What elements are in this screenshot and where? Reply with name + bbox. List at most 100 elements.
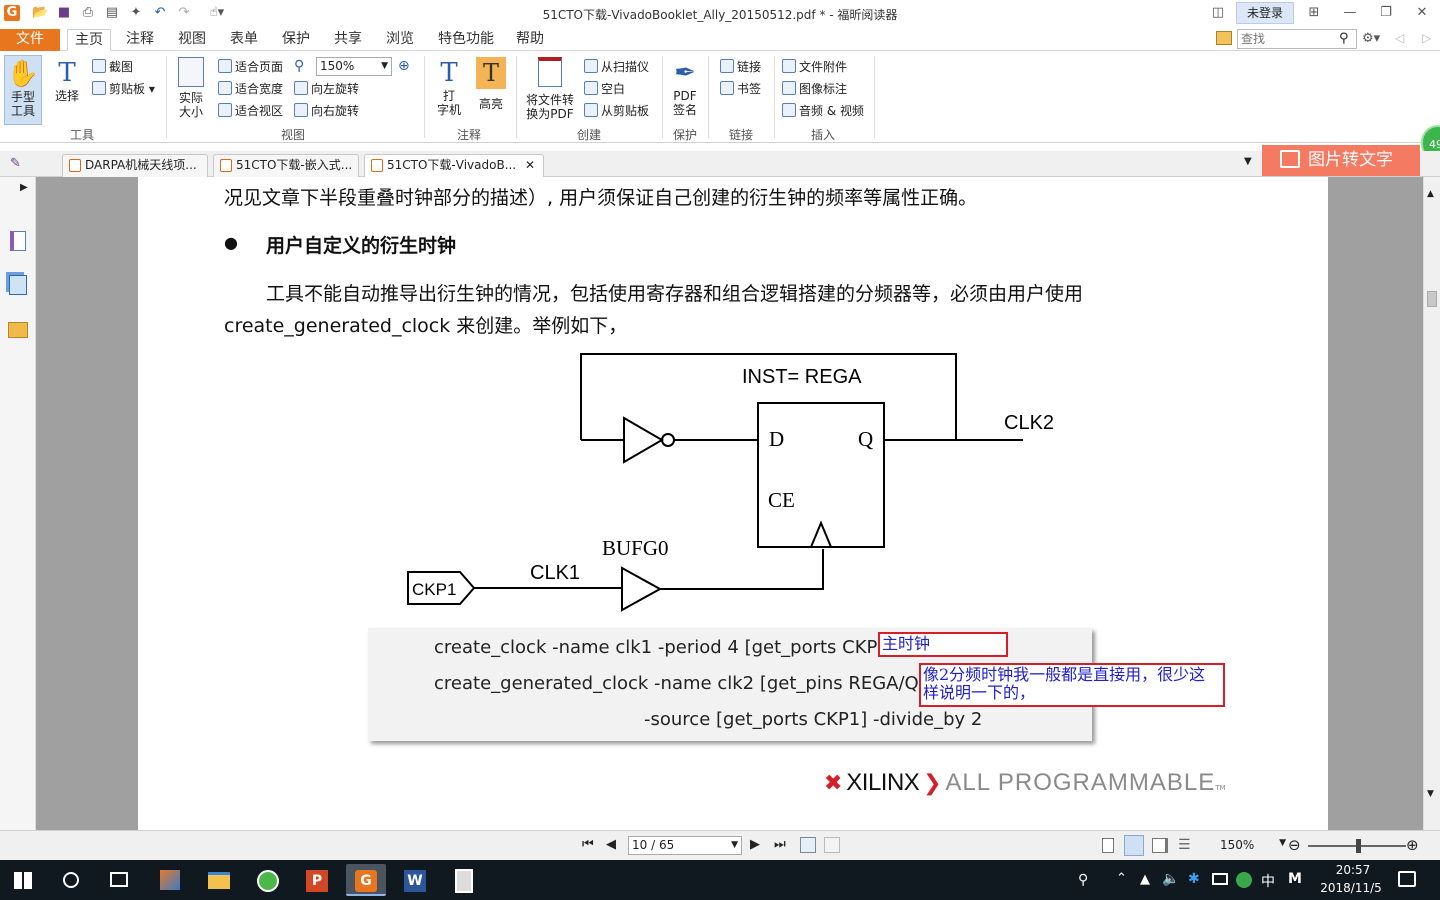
menu-features[interactable]: 特色功能: [431, 29, 501, 51]
prev-page-icon[interactable]: ◀: [606, 837, 616, 852]
fit-width-button[interactable]: 适合宽度: [218, 81, 283, 96]
menu-view[interactable]: 视图: [171, 29, 213, 51]
continuous-page-icon[interactable]: [1124, 835, 1144, 856]
menu-protect[interactable]: 保护: [275, 29, 317, 51]
skin-icon[interactable]: ◫: [1210, 5, 1226, 21]
clock-time[interactable]: 20:57: [1326, 863, 1380, 877]
search-circle-icon[interactable]: [63, 872, 79, 888]
file-attachment-button[interactable]: 文件附件: [782, 59, 847, 74]
fit-visible-button[interactable]: 适合视区: [218, 103, 283, 118]
text-annotation[interactable]: 像2分频时钟我一般都是直接用，很少这样说明一下的，: [919, 663, 1225, 707]
clipboard-button[interactable]: 剪贴板 ▾: [92, 81, 155, 96]
menu-share[interactable]: 共享: [327, 29, 369, 51]
task-view-icon[interactable]: [110, 872, 128, 887]
tab-list-dropdown-icon[interactable]: ▼: [1244, 156, 1252, 167]
sign-tool-icon[interactable]: ✎: [10, 156, 21, 171]
link-button[interactable]: 链接: [720, 59, 761, 74]
bookmark-button[interactable]: 书签: [720, 81, 761, 96]
expand-panel-icon[interactable]: ▶: [20, 182, 28, 193]
notification-center-icon[interactable]: [1398, 871, 1416, 887]
pdf-sign-button[interactable]: ✒ PDF 签名: [668, 57, 702, 117]
foxit-reader-app-icon[interactable]: G: [346, 864, 386, 896]
bluetooth-icon[interactable]: ✱: [1188, 871, 1200, 887]
network-icon[interactable]: [1212, 873, 1228, 885]
comments-icon[interactable]: [8, 322, 28, 338]
screenshot-button[interactable]: 截图: [92, 59, 133, 74]
typewriter-button[interactable]: T 打 字机: [432, 57, 466, 117]
rotate-left-button[interactable]: 向左旋转: [294, 81, 359, 96]
continuous-facing-icon[interactable]: ☰: [1178, 837, 1191, 853]
menu-home[interactable]: 主页: [67, 29, 111, 51]
select-tool-button[interactable]: T 选择: [50, 57, 84, 103]
rotate-right-button[interactable]: 向右旋转: [294, 103, 359, 118]
prev-result-icon[interactable]: ◁: [1395, 31, 1404, 45]
file-explorer-icon[interactable]: [199, 864, 239, 896]
hand-tool-button[interactable]: ✋ 手型 工具: [4, 55, 42, 125]
scroll-thumb[interactable]: [1427, 291, 1437, 307]
tray-app-icon[interactable]: ▲: [1140, 872, 1150, 887]
close-tab-icon[interactable]: ✕: [525, 155, 535, 176]
zoom-slider-thumb[interactable]: [1356, 839, 1361, 853]
restore-icon[interactable]: ❐: [1378, 5, 1394, 21]
volume-icon[interactable]: 🔈: [1162, 871, 1179, 887]
page-number-field[interactable]: 10 / 65 ▼: [628, 836, 742, 855]
image-annotation-button[interactable]: 图像标注: [782, 81, 847, 96]
single-page-icon[interactable]: [1102, 838, 1114, 853]
menu-comment[interactable]: 注释: [119, 29, 161, 51]
zoom-out-icon[interactable]: ⊖: [1288, 836, 1301, 854]
scroll-up-icon[interactable]: ▲: [1427, 189, 1434, 199]
image-to-text-button[interactable]: 图片转文字: [1262, 145, 1420, 176]
matlab-app-icon[interactable]: [150, 864, 190, 896]
zoom-in-icon[interactable]: ⊕: [398, 58, 410, 74]
people-icon[interactable]: ⚲: [1078, 872, 1088, 888]
zoom-select[interactable]: 150% ▼: [316, 57, 392, 76]
from-scanner-button[interactable]: 从扫描仪: [584, 59, 649, 74]
first-page-icon[interactable]: ⏮: [582, 837, 594, 852]
from-clipboard-button[interactable]: 从剪贴板: [584, 103, 649, 118]
highlight-button[interactable]: T 高亮: [474, 57, 508, 111]
next-view-icon[interactable]: [824, 837, 840, 853]
zoom-out-icon[interactable]: ⚲: [294, 58, 304, 74]
fit-page-button[interactable]: 适合页面: [218, 59, 283, 74]
zoom-in-icon[interactable]: ⊕: [1406, 836, 1419, 854]
facing-pages-icon[interactable]: [1152, 838, 1168, 853]
menu-browse[interactable]: 浏览: [379, 29, 421, 51]
actual-size-button[interactable]: 实际 大小: [174, 57, 208, 119]
document-tab[interactable]: 51CTO下载-嵌入式...: [213, 154, 359, 177]
show-hidden-icons[interactable]: ⌃: [1116, 871, 1127, 886]
word-app-icon[interactable]: W: [395, 864, 435, 896]
vertical-scrollbar[interactable]: ▲ ▼: [1423, 177, 1440, 830]
previous-view-icon[interactable]: [800, 837, 816, 853]
convert-to-pdf-button[interactable]: 将文件转 换为PDF: [522, 57, 578, 121]
calculator-app-icon[interactable]: [444, 864, 484, 896]
close-icon[interactable]: ✕: [1414, 5, 1430, 21]
document-tab-active[interactable]: 51CTO下载-VivadoB... ✕: [364, 154, 544, 177]
menu-form[interactable]: 表单: [223, 29, 265, 51]
next-result-icon[interactable]: ▷: [1422, 31, 1431, 45]
menu-help[interactable]: 帮助: [509, 29, 551, 51]
text-annotation[interactable]: 主时钟: [878, 632, 1008, 657]
zoom-level-select[interactable]: 150% ▼: [1220, 838, 1286, 852]
input-mode-indicator[interactable]: M: [1288, 871, 1302, 887]
layers-icon[interactable]: [9, 275, 27, 295]
document-tab[interactable]: DARPA机械天线项...: [62, 154, 208, 177]
start-windows-icon[interactable]: [14, 872, 32, 889]
search-icon[interactable]: ⚲: [1339, 31, 1349, 46]
ribbon-toggle-icon[interactable]: ⊞: [1306, 5, 1322, 21]
login-button[interactable]: 未登录: [1236, 2, 1294, 24]
browser-app-icon[interactable]: [248, 864, 288, 896]
input-method-indicator[interactable]: 中: [1261, 871, 1275, 891]
audio-video-button[interactable]: 音频 & 视频: [782, 103, 864, 118]
minimize-icon[interactable]: —: [1342, 5, 1358, 21]
powerpoint-app-icon[interactable]: P: [297, 864, 337, 896]
page-thumbnails-icon[interactable]: [10, 231, 26, 251]
search-folder-icon[interactable]: [1216, 31, 1232, 45]
next-page-icon[interactable]: ▶: [750, 837, 760, 852]
blank-button[interactable]: 空白: [584, 81, 625, 96]
settings-icon[interactable]: ⚙▾: [1362, 31, 1380, 46]
last-page-icon[interactable]: ⏭: [774, 837, 786, 852]
document-viewport[interactable]: 况见文章下半段重叠时钟部分的描述）, 用户须保证自己创建的衍生钟的频率等属性正确…: [36, 177, 1423, 830]
clock-date[interactable]: 2018/11/5: [1316, 881, 1386, 895]
menu-file[interactable]: 文件: [0, 29, 60, 51]
scroll-down-icon[interactable]: ▼: [1427, 789, 1434, 799]
